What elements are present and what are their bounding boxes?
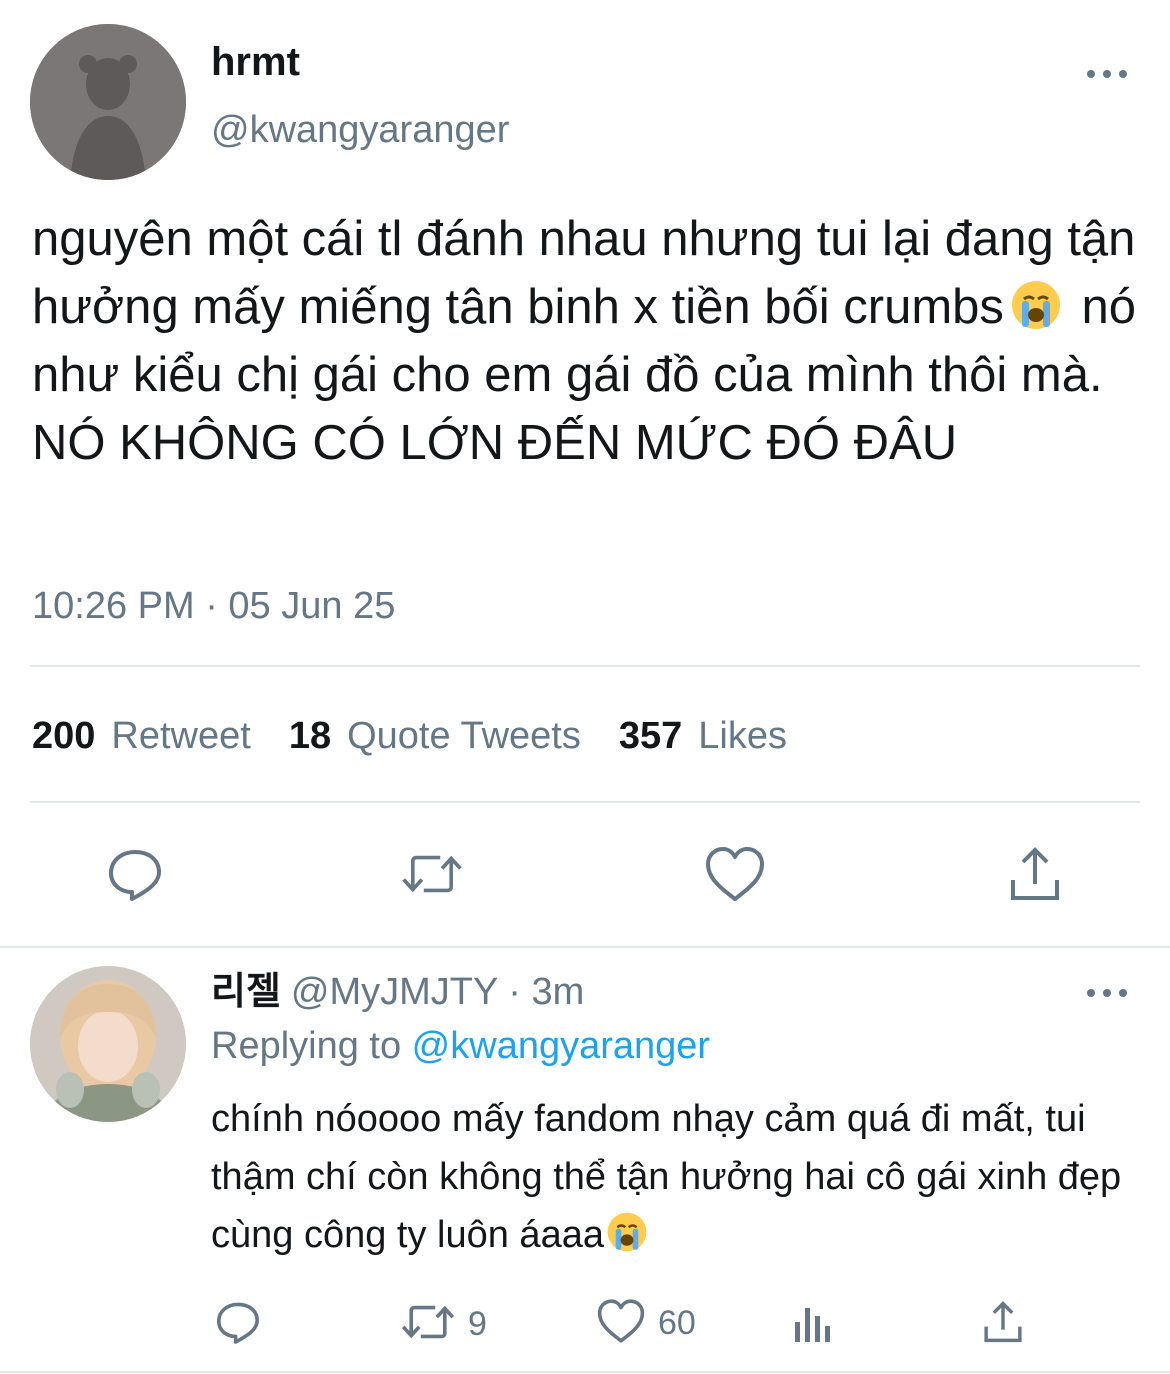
reply-icon[interactable] bbox=[103, 842, 167, 906]
tweet-body: nguyên một cái tl đánh nhau nhưng tui lạ… bbox=[32, 205, 1142, 477]
reply-more-options-button[interactable] bbox=[1087, 983, 1127, 1003]
retweet-icon[interactable] bbox=[400, 842, 464, 906]
reply-author-avatar[interactable] bbox=[30, 966, 186, 1122]
share-icon bbox=[980, 1298, 1026, 1351]
author-handle[interactable]: @kwangyaranger bbox=[211, 106, 509, 154]
divider bbox=[30, 665, 1140, 667]
author-display-name[interactable]: hrmt bbox=[211, 38, 300, 86]
reply-retweet-count: 9 bbox=[468, 1305, 487, 1343]
tweet-timestamp[interactable]: 10:26 PM · 05 Jun 25 bbox=[32, 582, 395, 630]
replying-to: Replying to @kwangyaranger bbox=[211, 1020, 710, 1072]
dot bbox=[1119, 70, 1127, 78]
quotes-label: Quote Tweets bbox=[347, 715, 581, 757]
quote-tweets-stat[interactable]: 18 Quote Tweets bbox=[289, 710, 581, 762]
dot bbox=[1087, 989, 1095, 997]
reply-text: chính nóoooo mấy fandom nhạy cảm quá đi … bbox=[211, 1098, 1122, 1256]
retweets-label: Retweet bbox=[111, 715, 251, 757]
loudly-crying-face-icon bbox=[1010, 279, 1062, 331]
bottom-divider bbox=[0, 1371, 1170, 1373]
retweet-icon bbox=[400, 1298, 456, 1351]
reply-reply-button[interactable] bbox=[214, 1298, 262, 1351]
likes-count: 357 bbox=[618, 715, 683, 757]
replying-prefix: Replying to bbox=[211, 1025, 412, 1067]
quotes-count: 18 bbox=[288, 715, 332, 757]
loudly-crying-face-icon bbox=[606, 1211, 648, 1253]
divider bbox=[30, 801, 1140, 803]
dot bbox=[1119, 989, 1127, 997]
likes-stat[interactable]: 357 Likes bbox=[619, 710, 787, 762]
reply-retweet-button[interactable]: 9 bbox=[400, 1298, 487, 1351]
reply-display-name[interactable]: 리젤 bbox=[211, 971, 281, 1013]
reply-share-button[interactable] bbox=[980, 1298, 1026, 1351]
reply-icon bbox=[214, 1298, 262, 1351]
reply-handle-time[interactable]: @MyJMJTY · 3m bbox=[291, 971, 584, 1013]
like-icon bbox=[596, 1298, 646, 1349]
share-icon[interactable] bbox=[1003, 842, 1067, 906]
reply-like-button[interactable]: 60 bbox=[596, 1298, 696, 1349]
reply-header: 리젤 @MyJMJTY · 3m bbox=[211, 966, 584, 1018]
tweet-more-options-button[interactable] bbox=[1087, 64, 1127, 84]
reply-like-count: 60 bbox=[658, 1304, 696, 1342]
replying-to-mention[interactable]: @kwangyaranger bbox=[412, 1025, 710, 1067]
tweet-stats: 200 Retweet 18 Quote Tweets 357 Likes bbox=[32, 710, 825, 762]
reply-analytics-button[interactable] bbox=[790, 1300, 836, 1351]
section-divider bbox=[0, 946, 1170, 948]
like-icon[interactable] bbox=[703, 842, 767, 906]
dot bbox=[1103, 70, 1111, 78]
likes-label: Likes bbox=[698, 715, 787, 757]
tweet-text-part1: nguyên một cái tl đánh nhau nhưng tui lạ… bbox=[32, 212, 1136, 334]
dot bbox=[1087, 70, 1095, 78]
retweets-count: 200 bbox=[32, 715, 96, 757]
author-avatar[interactable] bbox=[30, 24, 186, 180]
retweets-stat[interactable]: 200 Retweet bbox=[32, 710, 251, 762]
dot bbox=[1103, 989, 1111, 997]
analytics-icon bbox=[790, 1300, 836, 1351]
reply-body: chính nóoooo mấy fandom nhạy cảm quá đi … bbox=[211, 1090, 1141, 1264]
